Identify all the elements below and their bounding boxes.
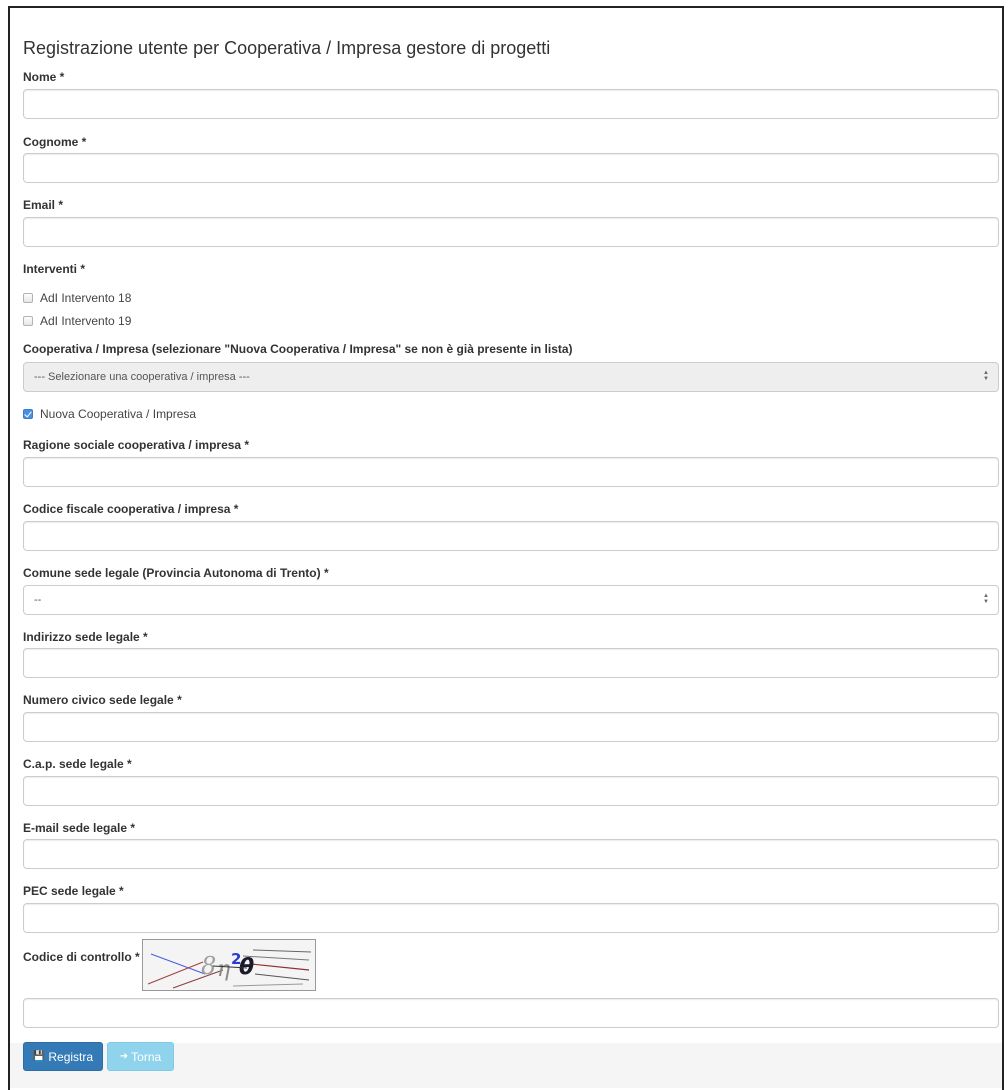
interventi-label: Interventi * [23,262,86,276]
pec-input[interactable] [23,903,999,933]
cognome-input[interactable] [23,153,999,183]
updown-arrow-icon: ▲ ▼ [983,593,989,606]
torna-button-label: Torna [131,1049,162,1064]
floppy-disk-icon: 💾 [32,1051,46,1062]
captcha-label: Codice di controllo * [23,950,140,964]
codice-fiscale-input[interactable] [23,521,999,551]
pec-label: PEC sede legale * [23,884,124,898]
email-label: Email * [23,198,64,212]
comune-select[interactable]: -- ▲ ▼ [23,585,999,615]
comune-label: Comune sede legale (Provincia Autonoma d… [23,566,329,580]
nuova-cooperativa-label: Nuova Cooperativa / Impresa [40,407,197,421]
nome-label: Nome * [23,70,65,84]
cooperativa-select-value: --- Selezionare una cooperativa / impres… [34,371,250,383]
indirizzo-label: Indirizzo sede legale * [23,630,148,644]
intervento-19-option[interactable]: AdI Intervento 19 [23,314,131,328]
intervento-19-label: AdI Intervento 19 [40,314,132,328]
intervento-18-checkbox[interactable] [23,293,33,303]
registra-button-label: Registra [48,1049,94,1064]
torna-button[interactable]: ➜ Torna [107,1042,174,1071]
updown-arrow-icon: ▲ ▼ [983,370,989,383]
email-sede-label: E-mail sede legale * [23,821,136,835]
ragione-sociale-input[interactable] [23,457,999,487]
intervento-19-checkbox[interactable] [23,316,33,326]
cognome-label: Cognome * [23,135,87,149]
intervento-18-option[interactable]: AdI Intervento 18 [23,291,131,305]
captcha-graphic: 8 η 2 θ [143,940,315,990]
registra-button[interactable]: 💾 Registra [23,1042,103,1071]
email-sede-input[interactable] [23,839,999,869]
email-input[interactable] [23,217,999,247]
cap-input[interactable] [23,776,999,806]
cooperativa-select[interactable]: --- Selezionare una cooperativa / impres… [23,362,999,392]
svg-text:η: η [217,957,230,982]
codice-fiscale-label: Codice fiscale cooperativa / impresa * [23,502,239,516]
log-in-icon: ➜ [119,1051,129,1062]
intervento-18-label: AdI Intervento 18 [40,291,132,305]
numero-civico-label: Numero civico sede legale * [23,693,182,707]
captcha-image: 8 η 2 θ [142,939,316,991]
nuova-cooperativa-checkbox[interactable] [23,409,33,419]
captcha-input[interactable] [23,998,999,1028]
page-title: Registrazione utente per Cooperativa / I… [23,38,551,58]
comune-select-value: -- [34,594,42,606]
numero-civico-input[interactable] [23,712,999,742]
cooperativa-label: Cooperativa / Impresa (selezionare "Nuov… [23,342,573,356]
nome-input[interactable] [23,89,999,119]
cap-label: C.a.p. sede legale * [23,757,132,771]
ragione-sociale-label: Ragione sociale cooperativa / impresa * [23,438,250,452]
nuova-cooperativa-option[interactable]: Nuova Cooperativa / Impresa [23,407,196,421]
indirizzo-input[interactable] [23,648,999,678]
